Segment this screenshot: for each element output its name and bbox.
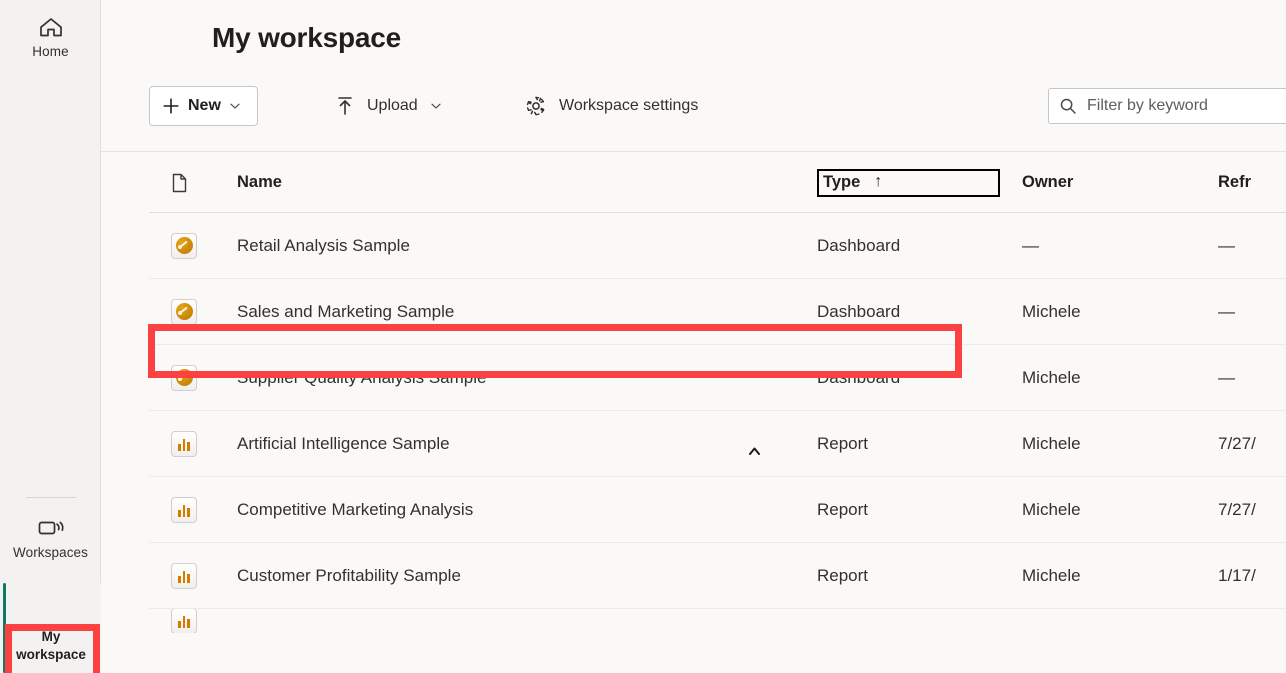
- row-item-owner: Michele: [1022, 434, 1218, 454]
- row-item-icon: [149, 563, 237, 589]
- row-item-owner: Michele: [1022, 368, 1218, 388]
- column-header-icon: [149, 173, 237, 193]
- nav-item-home-label: Home: [32, 44, 68, 59]
- report-icon: [171, 563, 197, 589]
- nav-item-my-workspace[interactable]: My workspace: [0, 583, 101, 673]
- row-item-refreshed: 7/27/: [1218, 434, 1286, 454]
- row-item-type: Report: [817, 434, 1022, 454]
- nav-item-workspaces[interactable]: Workspaces: [0, 505, 101, 568]
- home-icon: [36, 14, 66, 40]
- row-item-type: Report: [817, 566, 1022, 586]
- row-item-type: Dashboard: [817, 302, 1022, 322]
- document-icon: [171, 173, 188, 193]
- table-row[interactable]: Competitive Marketing Analysis Report Mi…: [149, 477, 1286, 543]
- row-item-icon: [149, 497, 237, 523]
- column-header-name[interactable]: Name: [237, 173, 817, 192]
- row-item-icon: [149, 365, 237, 391]
- new-button[interactable]: New: [149, 86, 258, 126]
- row-item-name[interactable]: Sales and Marketing Sample: [237, 302, 817, 322]
- plus-icon: [162, 97, 180, 115]
- power-bi-workspace-page: Home Workspaces My workspace My workspac…: [0, 0, 1286, 673]
- row-item-name[interactable]: Customer Profitability Sample: [237, 566, 817, 586]
- sort-ascending-icon: ↑: [874, 174, 882, 190]
- row-item-refreshed: 7/27/: [1218, 500, 1286, 520]
- report-icon: [171, 497, 197, 523]
- row-item-owner: Michele: [1022, 500, 1218, 520]
- column-header-refreshed[interactable]: Refr: [1218, 173, 1286, 192]
- workspaces-icon: [36, 515, 66, 541]
- main-content: My workspace New: [101, 0, 1286, 673]
- upload-arrow-icon: [335, 95, 355, 117]
- nav-item-workspaces-label: Workspaces: [13, 545, 88, 560]
- table-row[interactable]: Sales and Marketing Sample Dashboard Mic…: [149, 279, 1286, 345]
- table-row-partial[interactable]: [149, 609, 1286, 633]
- new-button-label: New: [188, 97, 221, 115]
- workspace-settings-label: Workspace settings: [559, 97, 698, 115]
- row-item-type: Dashboard: [817, 368, 1022, 388]
- row-item-icon: [149, 233, 237, 259]
- page-title: My workspace: [212, 22, 401, 54]
- nav-divider: [26, 497, 76, 498]
- search-input[interactable]: [1087, 97, 1286, 115]
- row-item-refreshed: —: [1218, 368, 1286, 388]
- row-item-name[interactable]: Artificial Intelligence Sample: [237, 434, 817, 454]
- row-item-icon: [149, 609, 237, 633]
- text-cursor-artifact: [749, 447, 760, 455]
- chevron-down-icon[interactable]: [430, 100, 442, 112]
- chevron-down-icon: [229, 100, 241, 112]
- row-item-name[interactable]: Competitive Marketing Analysis: [237, 500, 817, 520]
- row-item-type: Dashboard: [817, 236, 1022, 256]
- left-navigation-rail: Home Workspaces My workspace: [0, 0, 101, 673]
- dashboard-icon: [171, 233, 197, 259]
- column-header-type[interactable]: Type ↑: [817, 169, 1022, 197]
- column-header-type-focus-ring[interactable]: Type ↑: [817, 169, 1000, 197]
- column-header-type-label: Type: [823, 173, 860, 192]
- row-item-refreshed: 1/17/: [1218, 566, 1286, 586]
- nav-item-my-workspace-label: My workspace: [8, 628, 94, 664]
- row-item-icon: [149, 299, 237, 325]
- row-item-owner: —: [1022, 236, 1218, 256]
- row-item-refreshed: —: [1218, 236, 1286, 256]
- workspace-settings-button[interactable]: Workspace settings: [519, 86, 704, 126]
- table-row[interactable]: Supplier Quality Analysis Sample Dashboa…: [149, 345, 1286, 411]
- command-bar: New Upload: [101, 82, 1286, 152]
- row-item-name[interactable]: Retail Analysis Sample: [237, 236, 817, 256]
- row-item-owner: Michele: [1022, 566, 1218, 586]
- row-item-type: Report: [817, 500, 1022, 520]
- filter-by-keyword-box[interactable]: [1048, 88, 1286, 124]
- dashboard-icon: [171, 365, 197, 391]
- workspace-item-list: Name Type ↑ Owner Refr Retail Analysis S…: [101, 153, 1286, 673]
- upload-button-label: Upload: [367, 97, 418, 115]
- selected-indicator-bar: [3, 583, 6, 673]
- dashboard-icon: [171, 299, 197, 325]
- column-header-owner[interactable]: Owner: [1022, 173, 1218, 192]
- row-item-refreshed: —: [1218, 302, 1286, 322]
- table-row[interactable]: Retail Analysis Sample Dashboard — —: [149, 213, 1286, 279]
- report-icon: [171, 431, 197, 457]
- gear-icon: [525, 95, 547, 117]
- row-item-name[interactable]: Supplier Quality Analysis Sample: [237, 368, 817, 388]
- nav-item-home[interactable]: Home: [0, 4, 101, 67]
- upload-button[interactable]: Upload: [329, 86, 448, 126]
- search-icon: [1059, 97, 1077, 115]
- table-header-row: Name Type ↑ Owner Refr: [149, 153, 1286, 213]
- row-item-owner: Michele: [1022, 302, 1218, 322]
- row-item-icon: [149, 431, 237, 457]
- table-row[interactable]: Customer Profitability Sample Report Mic…: [149, 543, 1286, 609]
- table-row[interactable]: Artificial Intelligence Sample Report Mi…: [149, 411, 1286, 477]
- report-icon: [171, 609, 197, 633]
